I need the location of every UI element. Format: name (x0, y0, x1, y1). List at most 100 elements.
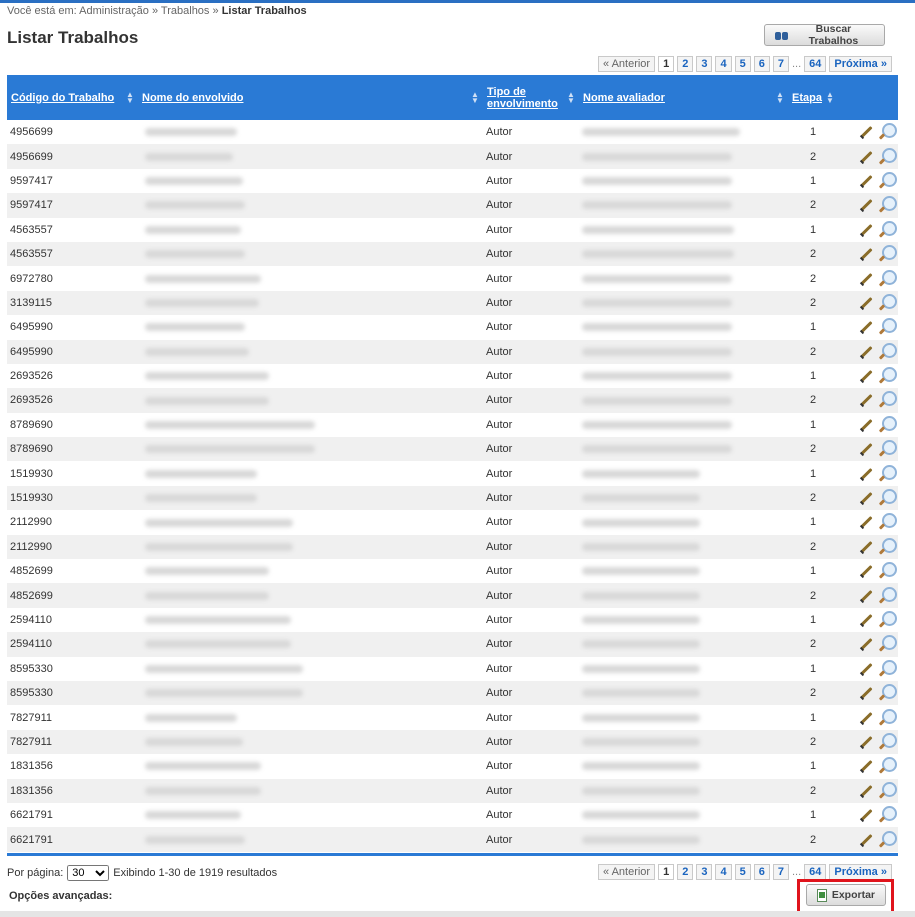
breadcrumb-administracao[interactable]: Administração (79, 5, 149, 17)
view-icon[interactable] (877, 196, 897, 214)
redacted-name (145, 713, 237, 722)
cell-actions (838, 559, 898, 583)
edit-icon[interactable] (859, 711, 873, 725)
view-icon[interactable] (877, 171, 897, 190)
edit-icon[interactable] (859, 491, 873, 505)
edit-icon[interactable] (859, 198, 873, 212)
pagination-page-5[interactable]: 5 (734, 864, 751, 880)
view-icon[interactable] (877, 293, 897, 312)
pagination-page-3[interactable]: 3 (696, 56, 713, 72)
view-icon[interactable] (877, 830, 897, 849)
view-icon[interactable] (877, 123, 897, 141)
edit-icon[interactable] (859, 833, 873, 847)
search-works-button[interactable]: Buscar Trabalhos (764, 23, 885, 47)
export-button[interactable]: Exportar (806, 884, 886, 906)
view-icon[interactable] (877, 269, 897, 288)
view-icon[interactable] (877, 342, 897, 361)
view-icon[interactable] (877, 440, 897, 458)
pagination-page-2[interactable]: 2 (677, 864, 694, 880)
pagination-page-4[interactable]: 4 (715, 56, 732, 72)
edit-icon[interactable] (859, 540, 873, 554)
per-page-select[interactable]: 30 (67, 865, 110, 881)
cell-codigo: 4852699 (10, 589, 53, 602)
edit-icon[interactable] (859, 247, 873, 261)
column-header-tipo[interactable]: Tipo de envolvimento ▲ ▼ (483, 75, 579, 120)
edit-icon[interactable] (859, 345, 873, 359)
edit-icon[interactable] (859, 637, 873, 651)
edit-icon[interactable] (859, 174, 873, 188)
pagination-page-2[interactable]: 2 (677, 56, 694, 72)
edit-icon[interactable] (859, 418, 873, 432)
pagination-next[interactable]: Próxima » (829, 56, 892, 72)
view-icon[interactable] (877, 464, 897, 483)
pagination-page-7[interactable]: 7 (772, 864, 789, 880)
edit-icon[interactable] (859, 686, 873, 700)
view-icon[interactable] (877, 708, 897, 727)
view-icon[interactable] (877, 757, 897, 775)
column-label-avaliador: Nome avaliador (583, 91, 665, 104)
edit-icon[interactable] (859, 467, 873, 481)
view-icon[interactable] (877, 537, 897, 556)
view-icon[interactable] (877, 806, 897, 824)
column-header-avaliador[interactable]: Nome avaliador ▲ ▼ (579, 75, 788, 120)
view-icon[interactable] (877, 318, 897, 336)
view-icon[interactable] (877, 513, 897, 531)
pagination-page-1[interactable]: 1 (658, 56, 675, 72)
column-header-codigo[interactable]: Código do Trabalho ▲ ▼ (7, 75, 138, 120)
edit-icon[interactable] (859, 662, 873, 676)
edit-icon[interactable] (859, 320, 873, 334)
edit-icon[interactable] (859, 784, 873, 798)
edit-icon[interactable] (859, 613, 873, 627)
view-icon[interactable] (877, 586, 897, 605)
view-icon[interactable] (877, 391, 897, 409)
edit-icon[interactable] (859, 272, 873, 286)
edit-icon[interactable] (859, 369, 873, 383)
cell-tipo: Autor (486, 394, 513, 407)
edit-icon[interactable] (859, 564, 873, 578)
view-icon[interactable] (877, 415, 897, 434)
pagination-page-4[interactable]: 4 (715, 864, 732, 880)
table-row: 8595330 Autor 2 (7, 680, 898, 706)
edit-icon[interactable] (859, 735, 873, 749)
edit-icon[interactable] (859, 442, 873, 456)
edit-icon[interactable] (859, 589, 873, 603)
view-icon[interactable] (877, 684, 897, 702)
pagination-next[interactable]: Próxima » (829, 864, 892, 880)
edit-icon[interactable] (859, 759, 873, 773)
pagination-prev[interactable]: « Anterior (598, 864, 656, 880)
view-icon[interactable] (877, 147, 897, 166)
view-icon[interactable] (877, 781, 897, 800)
redacted-evaluator (582, 786, 700, 795)
edit-icon[interactable] (859, 223, 873, 237)
view-icon[interactable] (877, 635, 897, 653)
view-icon[interactable] (877, 659, 897, 678)
cell-actions (838, 144, 898, 168)
pagination-page-7[interactable]: 7 (772, 56, 789, 72)
edit-icon[interactable] (859, 296, 873, 310)
view-icon[interactable] (877, 732, 897, 751)
redacted-evaluator (582, 811, 700, 820)
edit-icon[interactable] (859, 125, 873, 139)
pagination-page-5[interactable]: 5 (734, 56, 751, 72)
edit-icon[interactable] (859, 150, 873, 164)
pagination-page-6[interactable]: 6 (753, 864, 770, 880)
pagination-prev[interactable]: « Anterior (598, 56, 656, 72)
view-icon[interactable] (877, 367, 897, 385)
view-icon[interactable] (877, 220, 897, 239)
column-header-nome[interactable]: Nome do envolvido ▲ ▼ (138, 75, 483, 120)
pagination-page-6[interactable]: 6 (753, 56, 770, 72)
pagination-page-3[interactable]: 3 (696, 864, 713, 880)
edit-icon[interactable] (859, 393, 873, 407)
pagination-page-1[interactable]: 1 (658, 864, 675, 880)
pagination-page-last[interactable]: 64 (804, 56, 827, 72)
edit-icon[interactable] (859, 515, 873, 529)
breadcrumb-trabalhos[interactable]: Trabalhos (161, 5, 210, 17)
cell-etapa: 2 (809, 199, 817, 212)
view-icon[interactable] (877, 245, 897, 263)
column-header-etapa[interactable]: Etapa ▲ ▼ (788, 75, 838, 120)
view-icon[interactable] (877, 611, 897, 629)
view-icon[interactable] (877, 562, 897, 580)
view-icon[interactable] (877, 489, 897, 507)
edit-icon[interactable] (859, 808, 873, 822)
pagination-page-last[interactable]: 64 (804, 864, 827, 880)
